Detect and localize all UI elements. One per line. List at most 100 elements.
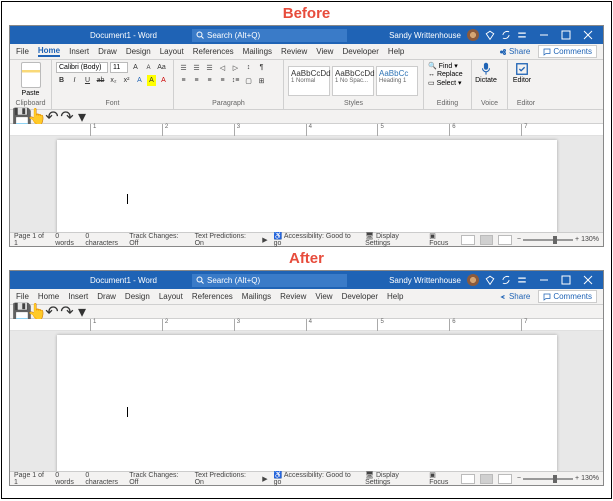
web-layout-icon[interactable] <box>498 474 512 484</box>
share-button[interactable]: Share <box>499 47 530 56</box>
tab-help[interactable]: Help <box>388 47 404 56</box>
ruler[interactable]: 1234567 <box>10 124 603 136</box>
display-settings-button[interactable]: 🖥 Display Settings <box>365 471 424 486</box>
diamond-icon[interactable] <box>485 275 495 285</box>
increase-indent-icon[interactable]: ▷ <box>230 62 241 73</box>
print-layout-icon[interactable] <box>480 474 494 484</box>
tab-draw[interactable]: Draw <box>97 292 116 301</box>
display-settings-button[interactable]: 🖥 Display Settings <box>365 232 424 247</box>
qat-redo-icon[interactable]: ↷ <box>61 306 73 318</box>
bold-icon[interactable]: B <box>56 75 67 86</box>
close-button[interactable] <box>577 26 599 44</box>
shading-icon[interactable]: ▢ <box>243 75 254 86</box>
tab-references[interactable]: References <box>193 47 234 56</box>
track-changes-status[interactable]: Track Changes: Off <box>129 233 188 247</box>
select-button[interactable]: ▭ Select ▾ <box>428 79 462 87</box>
underline-icon[interactable]: U <box>82 75 93 86</box>
bullets-icon[interactable]: ☰ <box>178 62 189 73</box>
font-color-icon[interactable]: A <box>158 75 169 86</box>
grow-font-icon[interactable]: A <box>130 62 141 73</box>
tab-insert[interactable]: Insert <box>68 292 88 301</box>
tab-review[interactable]: Review <box>280 292 306 301</box>
tab-insert[interactable]: Insert <box>69 47 89 56</box>
zoom-slider[interactable] <box>523 478 573 480</box>
username[interactable]: Sandy Writtenhouse <box>389 31 461 40</box>
document-area-before[interactable] <box>10 136 603 232</box>
style-normal[interactable]: AaBbCcDd1 Normal <box>288 66 330 96</box>
editor-button[interactable]: Editor <box>512 62 532 84</box>
qat-undo-icon[interactable]: ↶ <box>46 306 58 318</box>
qat-customize-icon[interactable]: ▾ <box>76 111 88 123</box>
align-left-icon[interactable]: ≡ <box>178 75 189 86</box>
paste-icon[interactable] <box>21 62 41 88</box>
tab-review[interactable]: Review <box>281 47 307 56</box>
maximize-button[interactable] <box>555 271 577 289</box>
borders-icon[interactable]: ⊞ <box>256 75 267 86</box>
tab-view[interactable]: View <box>315 292 332 301</box>
sync-icon[interactable] <box>501 275 511 285</box>
macro-icon[interactable]: ▶ <box>262 475 267 483</box>
username[interactable]: Sandy Writtenhouse <box>389 276 461 285</box>
minimize-button[interactable] <box>533 271 555 289</box>
share-button[interactable]: Share <box>499 292 530 301</box>
tab-file[interactable]: File <box>16 292 29 301</box>
show-marks-icon[interactable]: ¶ <box>256 62 267 73</box>
numbering-icon[interactable]: ☰ <box>191 62 202 73</box>
ribbon-options-icon[interactable] <box>517 30 527 40</box>
print-layout-icon[interactable] <box>480 235 494 245</box>
find-button[interactable]: 🔍 Find ▾ <box>428 62 458 70</box>
word-count[interactable]: 0 words <box>55 472 79 486</box>
tab-design[interactable]: Design <box>125 292 150 301</box>
justify-icon[interactable]: ≡ <box>217 75 228 86</box>
line-spacing-icon[interactable]: ↕≡ <box>230 75 241 86</box>
tab-help[interactable]: Help <box>387 292 403 301</box>
zoom-out-icon[interactable]: − <box>517 236 521 243</box>
style-heading1[interactable]: AaBbCcHeading 1 <box>376 66 418 96</box>
style-nospacing[interactable]: AaBbCcDd1 No Spac... <box>332 66 374 96</box>
accessibility-status[interactable]: ♿ Accessibility: Good to go <box>274 471 360 486</box>
tab-mailings[interactable]: Mailings <box>242 292 271 301</box>
qat-customize-icon[interactable]: ▾ <box>76 306 88 318</box>
qat-undo-icon[interactable]: ↶ <box>46 111 58 123</box>
replace-button[interactable]: ↔ Replace <box>428 71 463 78</box>
avatar[interactable] <box>467 29 479 41</box>
text-predictions-status[interactable]: Text Predictions: On <box>195 233 257 247</box>
minimize-button[interactable] <box>533 26 555 44</box>
text-predictions-status[interactable]: Text Predictions: On <box>195 472 257 486</box>
search-box[interactable]: Search (Alt+Q) <box>192 29 347 42</box>
ribbon-options-icon[interactable] <box>517 275 527 285</box>
search-box[interactable]: Search (Alt+Q) <box>192 274 347 287</box>
tab-file[interactable]: File <box>16 47 29 56</box>
tab-draw[interactable]: Draw <box>98 47 117 56</box>
tab-home[interactable]: Home <box>38 292 59 301</box>
zoom-level[interactable]: 130% <box>581 475 599 482</box>
close-button[interactable] <box>577 271 599 289</box>
char-count[interactable]: 0 characters <box>85 472 123 486</box>
change-case-icon[interactable]: Aa <box>156 62 167 73</box>
tab-layout[interactable]: Layout <box>159 292 183 301</box>
focus-mode-button[interactable]: ▣ Focus <box>429 471 456 486</box>
qat-redo-icon[interactable]: ↷ <box>61 111 73 123</box>
zoom-out-icon[interactable]: − <box>517 475 521 482</box>
zoom-in-icon[interactable]: + <box>575 475 579 482</box>
qat-touch-icon[interactable]: 👆 <box>31 306 43 318</box>
comments-button[interactable]: Comments <box>538 45 597 58</box>
focus-mode-button[interactable]: ▣ Focus <box>429 232 456 247</box>
align-center-icon[interactable]: ≡ <box>191 75 202 86</box>
highlight-icon[interactable]: A <box>147 75 156 86</box>
page-indicator[interactable]: Page 1 of 1 <box>14 233 49 247</box>
maximize-button[interactable] <box>555 26 577 44</box>
page-indicator[interactable]: Page 1 of 1 <box>14 472 49 486</box>
superscript-icon[interactable]: x² <box>121 75 132 86</box>
text-effects-icon[interactable]: A <box>134 75 145 86</box>
tab-mailings[interactable]: Mailings <box>243 47 272 56</box>
decrease-indent-icon[interactable]: ◁ <box>217 62 228 73</box>
align-right-icon[interactable]: ≡ <box>204 75 215 86</box>
italic-icon[interactable]: I <box>69 75 80 86</box>
ruler[interactable]: 1234567 <box>10 319 603 331</box>
tab-layout[interactable]: Layout <box>160 47 184 56</box>
accessibility-status[interactable]: ♿ Accessibility: Good to go <box>274 232 360 247</box>
font-family-select[interactable]: Calibri (Body) <box>56 62 108 73</box>
zoom-in-icon[interactable]: + <box>575 236 579 243</box>
document-area-after[interactable] <box>10 331 603 471</box>
